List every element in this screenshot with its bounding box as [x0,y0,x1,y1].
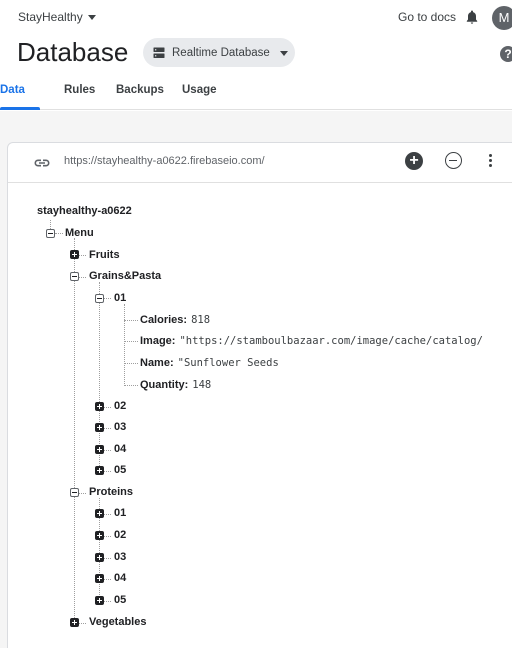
field-calories[interactable]: Calories: 818 [140,314,210,326]
expand-toggle-proteins-01[interactable] [95,509,104,518]
tree-node-vegetables[interactable]: Vegetables [89,616,146,628]
data-tree: stayhealthy-a0622 Menu Fruits Grains&Pas… [0,0,512,648]
tree-node-proteins-02[interactable]: 02 [114,529,126,541]
tree-node-grains-01[interactable]: 01 [114,292,126,304]
tree-node-grains-02[interactable]: 02 [114,400,126,412]
tree-node-grains-04[interactable]: 04 [114,443,126,455]
tree-node-proteins[interactable]: Proteins [89,486,133,498]
tree-node-fruits[interactable]: Fruits [89,249,120,261]
expand-toggle-grains-05[interactable] [95,466,104,475]
expand-toggle-grains-02[interactable] [95,402,104,411]
expand-toggle-vegetables[interactable] [70,618,79,627]
collapse-toggle-menu[interactable] [46,229,55,238]
expand-toggle-grains-04[interactable] [95,445,104,454]
tree-node-proteins-03[interactable]: 03 [114,551,126,563]
expand-toggle-proteins-03[interactable] [95,553,104,562]
collapse-toggle-grains[interactable] [70,272,79,281]
expand-toggle-proteins-05[interactable] [95,596,104,605]
tree-node-grains-05[interactable]: 05 [114,464,126,476]
expand-toggle-grains-03[interactable] [95,423,104,432]
field-quantity[interactable]: Quantity: 148 [140,379,211,391]
tree-node-grains-03[interactable]: 03 [114,421,126,433]
tree-node-grains-pasta[interactable]: Grains&Pasta [89,270,161,282]
field-image[interactable]: Image: "https://stamboulbazaar.com/image/… [140,335,483,347]
expand-toggle-proteins-02[interactable] [95,531,104,540]
field-name[interactable]: Name: "Sunflower Seeds [140,357,279,369]
tree-node-menu[interactable]: Menu [65,227,94,239]
collapse-toggle-grains-01[interactable] [95,294,104,303]
tree-node-proteins-04[interactable]: 04 [114,572,126,584]
collapse-toggle-proteins[interactable] [70,488,79,497]
tree-root[interactable]: stayhealthy-a0622 [37,205,132,217]
expand-toggle-fruits[interactable] [70,250,79,259]
expand-toggle-proteins-04[interactable] [95,574,104,583]
tree-node-proteins-05[interactable]: 05 [114,594,126,606]
tree-node-proteins-01[interactable]: 01 [114,507,126,519]
